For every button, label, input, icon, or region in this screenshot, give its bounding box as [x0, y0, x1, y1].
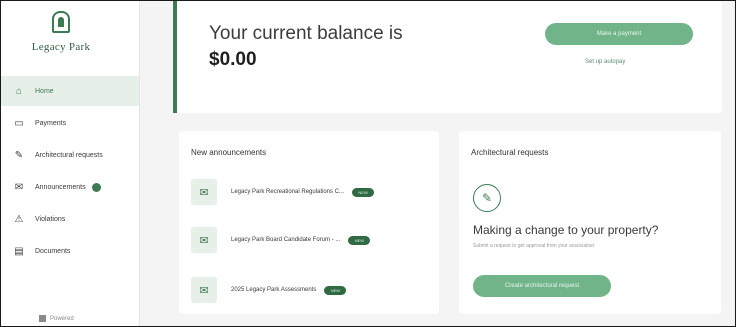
architectural-subtext: Submit a request to get approval from yo… [473, 243, 595, 249]
footer-text: Powered [50, 315, 74, 322]
announcement-item[interactable]: ✉ 2025 Legacy Park Assessments NEW [191, 275, 431, 305]
new-badge: NEW [352, 187, 375, 197]
sidebar-item-announcements[interactable]: ✉ Announcements [1, 172, 139, 202]
announcements-card: New announcements ✉ Legacy Park Recreati… [179, 131, 439, 314]
new-badge: NEW [324, 285, 347, 295]
create-architectural-request-button[interactable]: Create architectural request [473, 275, 611, 297]
logo-text: Legacy Park [31, 41, 91, 53]
warning-icon: ⚠ [14, 213, 24, 225]
logo[interactable]: Legacy Park [21, 11, 101, 69]
wrench-icon: ✎ [14, 149, 24, 161]
card-icon: ▭ [14, 117, 24, 129]
sidebar-item-label: Documents [35, 247, 71, 255]
sidebar-nav: ⌂ Home ▭ Payments ✎ Architectural reques… [1, 76, 139, 268]
announcements-title: New announcements [191, 148, 267, 157]
notification-badge [91, 182, 101, 192]
sidebar-item-payments[interactable]: ▭ Payments [1, 108, 139, 138]
balance-amount: $0.00 [209, 49, 257, 70]
sidebar-item-architectural-requests[interactable]: ✎ Architectural requests [1, 140, 139, 170]
megaphone-icon: ✉ [191, 277, 217, 303]
sidebar: Legacy Park ⌂ Home ▭ Payments ✎ Architec… [1, 1, 140, 326]
sidebar-item-label: Payments [35, 119, 67, 127]
autopay-link[interactable]: Set up autopay [585, 59, 625, 65]
balance-accent-bar [173, 1, 177, 113]
app-window: Legacy Park ⌂ Home ▭ Payments ✎ Architec… [0, 0, 736, 327]
announcement-text: 2025 Legacy Park Assessments [231, 287, 317, 293]
announcement-item[interactable]: ✉ Legacy Park Recreational Regulations C… [191, 177, 431, 207]
logo-icon [52, 11, 70, 33]
wrench-icon: ✎ [473, 184, 501, 212]
footer-logo-icon [39, 315, 46, 322]
sidebar-item-label: Violations [35, 215, 66, 223]
balance-card: Your current balance is $0.00 Make a pay… [173, 1, 722, 113]
sidebar-item-label: Announcements [35, 183, 86, 191]
announcement-item[interactable]: ✉ Legacy Park Board Candidate Forum - ..… [191, 225, 431, 255]
architectural-title: Architectural requests [471, 148, 549, 157]
home-icon: ⌂ [15, 85, 23, 97]
announcement-text: Legacy Park Recreational Regulations C..… [231, 189, 345, 195]
document-icon: ▤ [14, 245, 24, 257]
announcement-text: Legacy Park Board Candidate Forum - ... [231, 237, 341, 243]
architectural-heading: Making a change to your property? [473, 223, 659, 237]
architectural-requests-card: Architectural requests ✎ Making a change… [459, 131, 721, 314]
megaphone-icon: ✉ [14, 181, 24, 193]
new-badge: NEW [348, 235, 371, 245]
megaphone-icon: ✉ [191, 227, 217, 253]
make-payment-button[interactable]: Make a payment [545, 23, 693, 45]
megaphone-icon: ✉ [191, 179, 217, 205]
balance-label: Your current balance is [209, 23, 403, 44]
sidebar-item-violations[interactable]: ⚠ Violations [1, 204, 139, 234]
sidebar-item-home[interactable]: ⌂ Home [1, 76, 139, 106]
sidebar-footer: Powered [39, 315, 74, 322]
sidebar-item-label: Home [35, 87, 54, 95]
sidebar-item-documents[interactable]: ▤ Documents [1, 236, 139, 266]
sidebar-item-label: Architectural requests [35, 151, 103, 159]
